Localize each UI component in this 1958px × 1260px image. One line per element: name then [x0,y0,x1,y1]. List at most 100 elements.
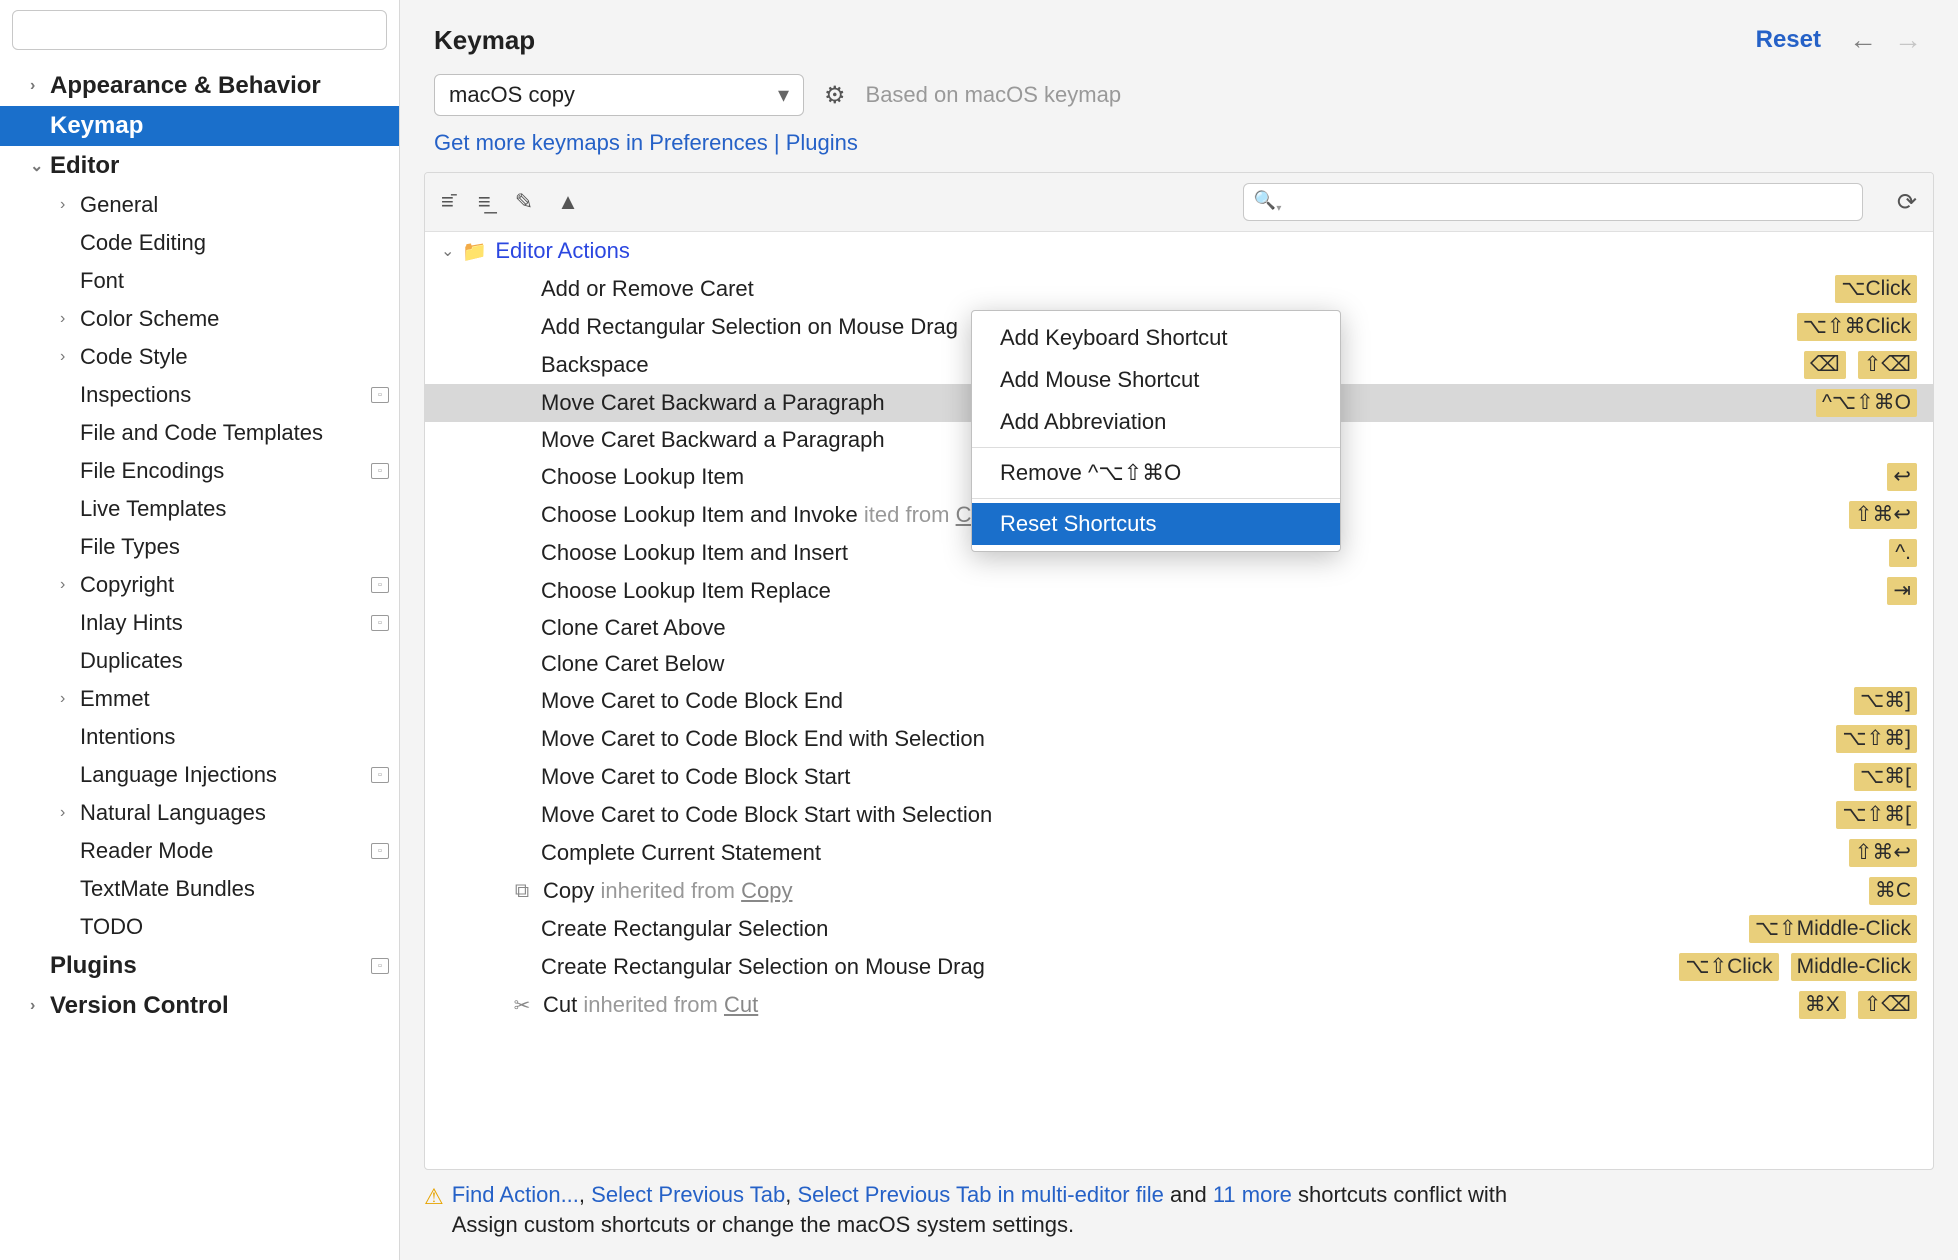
sidebar-item-general[interactable]: ›General [0,186,399,224]
sidebar-item-file-encodings[interactable]: File Encodings▫ [0,452,399,490]
conflict-link-select-prev-tab-multi[interactable]: Select Previous Tab in multi-editor file [797,1182,1163,1207]
action-label: Choose Lookup Item Replace [541,578,1877,604]
edit-shortcut-icon[interactable]: ✎ [515,189,533,215]
action-label: Create Rectangular Selection on Mouse Dr… [541,954,1669,980]
chevron-right-icon: › [60,310,80,328]
keymap-dropdown[interactable]: macOS copy ▾ [434,74,804,116]
sidebar-item-todo[interactable]: TODO [0,908,399,946]
chevron-down-icon: ⌄ [441,241,454,261]
action-row[interactable]: Move Caret to Code Block Start ⌥⌘[ [425,758,1933,796]
gear-icon[interactable]: ⚙ [824,81,846,110]
action-row[interactable]: Move Caret to Code Block End with Select… [425,720,1933,758]
action-row[interactable]: ⧉Copy inherited from Copy⌘C [425,872,1933,910]
menu-item-reset-shortcuts[interactable]: Reset Shortcuts [972,503,1340,545]
sidebar-item-copyright[interactable]: ›Copyright▫ [0,566,399,604]
context-menu: Add Keyboard ShortcutAdd Mouse ShortcutA… [971,310,1341,552]
sidebar-item-label: TextMate Bundles [80,876,389,902]
action-row[interactable]: Move Caret to Code Block End ⌥⌘] [425,682,1933,720]
project-badge-icon: ▫ [371,843,389,859]
sidebar-item-label: Copyright [80,572,365,598]
menu-item-remove-o[interactable]: Remove ^⌥⇧⌘O [972,452,1340,494]
nav-arrows: ← → [1843,24,1928,56]
sidebar-item-code-style[interactable]: ›Code Style [0,338,399,376]
sidebar-item-duplicates[interactable]: Duplicates [0,642,399,680]
chevron-down-icon: ⌄ [30,156,50,176]
sidebar-item-intentions[interactable]: Intentions [0,718,399,756]
shortcuts: ↩ [1887,463,1917,491]
sidebar-search-input[interactable] [12,10,387,50]
sidebar-item-appearance-behavior[interactable]: ›Appearance & Behavior [0,66,399,106]
shortcuts: ⌥⇧⌘] [1836,725,1917,753]
sidebar-item-textmate-bundles[interactable]: TextMate Bundles [0,870,399,908]
inherited-link[interactable]: Copy [741,878,792,903]
shortcuts: ⌥⇧ClickMiddle-Click [1679,953,1917,981]
action-row[interactable]: Add or Remove Caret ⌥Click [425,270,1933,308]
shortcuts: ^. [1889,539,1917,567]
action-label: Move Caret to Code Block End with Select… [541,726,1826,752]
sidebar-item-inspections[interactable]: Inspections▫ [0,376,399,414]
shortcut-badge: ⇧⌘↩ [1849,501,1917,529]
sidebar-item-file-and-code-templates[interactable]: File and Code Templates [0,414,399,452]
expand-all-icon[interactable]: ≡̄ [441,189,454,215]
action-row[interactable]: Clone Caret Above [425,610,1933,646]
keymap-selector-row: macOS copy ▾ ⚙ Based on macOS keymap [400,74,1958,126]
conflict-link-more[interactable]: 11 more [1213,1182,1292,1207]
plugins-link[interactable]: Get more keymaps in Preferences | Plugin… [400,126,1958,172]
sidebar-item-editor[interactable]: ⌄Editor [0,146,399,186]
action-row[interactable]: Create Rectangular Selection on Mouse Dr… [425,948,1933,986]
action-row[interactable]: Complete Current Statement ⇧⌘↩ [425,834,1933,872]
inherited-link[interactable]: Cut [724,992,758,1017]
back-arrow-icon[interactable]: ← [1849,24,1877,55]
conflict-link-find-action[interactable]: Find Action... [452,1182,579,1207]
shortcut-badge: ⌥⇧⌘] [1836,725,1917,753]
sidebar-item-file-types[interactable]: File Types [0,528,399,566]
sidebar-item-color-scheme[interactable]: ›Color Scheme [0,300,399,338]
sidebar-item-natural-languages[interactable]: ›Natural Languages [0,794,399,832]
sidebar-item-live-templates[interactable]: Live Templates [0,490,399,528]
sidebar-item-plugins[interactable]: Plugins ▫ [0,946,399,986]
find-by-shortcut-icon[interactable]: ⟳ [1897,188,1917,217]
shortcuts: ⌥⇧⌘Click [1797,313,1917,341]
shortcut-badge: ↩ [1887,463,1917,491]
project-badge-icon: ▫ [371,958,389,974]
sidebar-item-emmet[interactable]: ›Emmet [0,680,399,718]
collapse-all-icon[interactable]: ≡̲ [478,189,491,215]
forward-arrow-icon: → [1894,24,1922,55]
action-row[interactable]: Create Rectangular Selection ⌥⇧Middle-Cl… [425,910,1933,948]
action-label: Clone Caret Below [541,651,1907,677]
menu-item-add-abbreviation[interactable]: Add Abbreviation [972,401,1340,443]
cut-icon: ✂ [511,993,533,1018]
group-row-editor-actions[interactable]: ⌄ 📁 Editor Actions [425,232,1933,270]
action-row[interactable]: Clone Caret Below [425,646,1933,682]
shortcuts: ⇧⌘↩ [1849,839,1917,867]
sidebar-item-label: Reader Mode [80,838,365,864]
sidebar-item-font[interactable]: Font [0,262,399,300]
folder-icon: 📁 [462,239,487,264]
sidebar-item-code-editing[interactable]: Code Editing [0,224,399,262]
sidebar-item-reader-mode[interactable]: Reader Mode ▫ [0,832,399,870]
menu-item-add-mouse-shortcut[interactable]: Add Mouse Shortcut [972,359,1340,401]
menu-separator [972,447,1340,448]
action-row[interactable]: Move Caret to Code Block Start with Sele… [425,796,1933,834]
chevron-right-icon: › [60,690,80,708]
actions-search-input[interactable]: 🔍▾ [1243,183,1863,221]
chevron-down-icon: ▾ [778,82,789,108]
shortcut-badge: ^. [1889,539,1917,567]
sidebar-item-version-control[interactable]: ›Version Control [0,986,399,1026]
sidebar-item-label: Plugins [50,952,365,980]
action-row[interactable]: Choose Lookup Item Replace ⇥ [425,572,1933,610]
sidebar-item-language-injections[interactable]: Language Injections▫ [0,756,399,794]
warning-icon[interactable]: ▲ [557,189,579,215]
menu-separator [972,498,1340,499]
shortcut-badge: ⌥⌘[ [1854,763,1917,791]
warning-icon: ⚠ [424,1180,444,1240]
sidebar-item-keymap[interactable]: Keymap [0,106,399,146]
shortcut-badge: ⇥ [1887,577,1917,605]
text: and [1164,1182,1213,1207]
menu-item-add-keyboard-shortcut[interactable]: Add Keyboard Shortcut [972,317,1340,359]
sidebar-item-label: Language Injections [80,762,365,788]
sidebar-item-inlay-hints[interactable]: Inlay Hints▫ [0,604,399,642]
conflict-link-select-prev-tab[interactable]: Select Previous Tab [591,1182,785,1207]
reset-button[interactable]: Reset [1756,26,1821,54]
action-row[interactable]: ✂Cut inherited from Cut⌘X⇧⌫ [425,986,1933,1024]
